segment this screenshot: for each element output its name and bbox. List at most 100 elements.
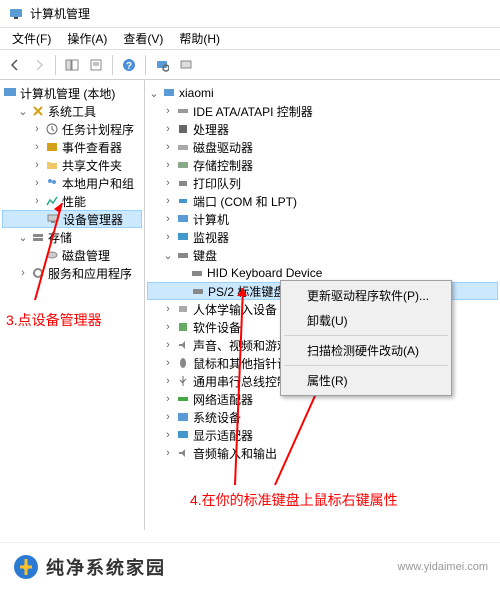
label: 网络适配器 bbox=[193, 391, 253, 408]
menu-action[interactable]: 操作(A) bbox=[59, 28, 115, 49]
back-button[interactable] bbox=[4, 54, 26, 76]
expander-closed[interactable]: › bbox=[161, 231, 175, 243]
node-audio-io[interactable]: › 音频输入和输出 bbox=[147, 444, 498, 462]
mouse-icon bbox=[175, 355, 191, 371]
node-device-manager[interactable]: 设备管理器 bbox=[2, 210, 142, 228]
expander-closed[interactable]: › bbox=[161, 321, 175, 333]
expander-closed[interactable]: › bbox=[161, 213, 175, 225]
expander-closed[interactable]: › bbox=[30, 123, 44, 135]
expander-closed[interactable]: › bbox=[161, 411, 175, 423]
node-system-tools[interactable]: ⌄ 系统工具 bbox=[2, 102, 142, 120]
label: 系统工具 bbox=[48, 103, 96, 120]
expander-open[interactable]: ⌄ bbox=[161, 249, 175, 262]
device-tree[interactable]: ⌄ xiaomi › IDE ATA/ATAPI 控制器 › 处理器 › 磁盘驱动器 ›… bbox=[147, 84, 498, 462]
node-performance[interactable]: › 性能 bbox=[2, 192, 142, 210]
event-icon bbox=[44, 139, 60, 155]
brand-text: 纯净系统家园 bbox=[46, 554, 166, 580]
printer-icon bbox=[175, 175, 191, 191]
ctx-scan-hardware[interactable]: 扫描检测硬件改动(A) bbox=[283, 338, 449, 363]
node-system-dev[interactable]: ›系统设备 bbox=[147, 408, 498, 426]
keyboard-icon bbox=[189, 265, 205, 281]
node-disk-drive[interactable]: › 磁盘驱动器 bbox=[147, 138, 498, 156]
expander-closed[interactable]: › bbox=[161, 357, 175, 369]
expander-open[interactable]: ⌄ bbox=[147, 87, 161, 100]
expander-closed[interactable]: › bbox=[161, 141, 175, 153]
label: 本地用户和组 bbox=[62, 175, 134, 192]
node-event-viewer[interactable]: › 事件查看器 bbox=[2, 138, 142, 156]
node-keyboard[interactable]: ⌄键盘 bbox=[147, 246, 498, 264]
expander-closed[interactable]: › bbox=[30, 195, 44, 207]
separator bbox=[112, 55, 113, 75]
label: 端口 (COM 和 LPT) bbox=[193, 193, 297, 210]
brand-logo-icon bbox=[12, 553, 40, 581]
menu-view[interactable]: 查看(V) bbox=[115, 28, 171, 49]
label: 设备管理器 bbox=[63, 211, 123, 228]
help-button[interactable]: ? bbox=[118, 54, 140, 76]
left-tree[interactable]: 计算机管理 (本地) ⌄ 系统工具 › 任务计划程序 › 事件查看器 › 共享文… bbox=[2, 84, 142, 282]
expander-closed[interactable]: › bbox=[161, 159, 175, 171]
show-hide-button[interactable] bbox=[61, 54, 83, 76]
node-storage[interactable]: ⌄ 存储 bbox=[2, 228, 142, 246]
expander-closed[interactable]: › bbox=[161, 303, 175, 315]
expander-closed[interactable]: › bbox=[161, 429, 175, 441]
ctx-properties[interactable]: 属性(R) bbox=[283, 368, 449, 393]
expander-closed[interactable]: › bbox=[16, 267, 30, 279]
node-display[interactable]: ›显示适配器 bbox=[147, 426, 498, 444]
label: IDE ATA/ATAPI 控制器 bbox=[193, 103, 313, 120]
expander-closed[interactable]: › bbox=[161, 105, 175, 117]
node-task-scheduler[interactable]: › 任务计划程序 bbox=[2, 120, 142, 138]
right-pane: ⌄ xiaomi › IDE ATA/ATAPI 控制器 › 处理器 › 磁盘驱动器 ›… bbox=[145, 80, 500, 530]
services-icon bbox=[30, 265, 46, 281]
properties-button[interactable] bbox=[85, 54, 107, 76]
expander-closed[interactable]: › bbox=[30, 141, 44, 153]
expander-closed[interactable]: › bbox=[161, 177, 175, 189]
node-ide[interactable]: › IDE ATA/ATAPI 控制器 bbox=[147, 102, 498, 120]
label: xiaomi bbox=[179, 86, 214, 100]
menu-help[interactable]: 帮助(H) bbox=[171, 28, 228, 49]
refresh-button[interactable] bbox=[175, 54, 197, 76]
node-services-apps[interactable]: › 服务和应用程序 bbox=[2, 264, 142, 282]
node-pc-root[interactable]: ⌄ xiaomi bbox=[147, 84, 498, 102]
label: 存储 bbox=[48, 229, 72, 246]
node-local-users[interactable]: › 本地用户和组 bbox=[2, 174, 142, 192]
node-disk-mgmt[interactable]: 磁盘管理 bbox=[2, 246, 142, 264]
node-shared-folders[interactable]: › 共享文件夹 bbox=[2, 156, 142, 174]
expander-open[interactable]: ⌄ bbox=[16, 105, 30, 118]
ctx-uninstall[interactable]: 卸载(U) bbox=[283, 308, 449, 333]
expander-closed[interactable]: › bbox=[161, 339, 175, 351]
scan-button[interactable] bbox=[151, 54, 173, 76]
expander-closed[interactable]: › bbox=[161, 123, 175, 135]
computer-icon bbox=[175, 211, 191, 227]
label: 磁盘驱动器 bbox=[193, 139, 253, 156]
expander-closed[interactable]: › bbox=[161, 375, 175, 387]
usb-icon bbox=[175, 373, 191, 389]
node-print[interactable]: ›打印队列 bbox=[147, 174, 498, 192]
forward-button[interactable] bbox=[28, 54, 50, 76]
app-icon bbox=[8, 6, 24, 22]
brand-url: www.yidaimei.com bbox=[398, 561, 488, 573]
separator bbox=[284, 365, 448, 366]
label: 音频输入和输出 bbox=[193, 445, 277, 462]
label: 服务和应用程序 bbox=[48, 265, 132, 282]
main-panes: 计算机管理 (本地) ⌄ 系统工具 › 任务计划程序 › 事件查看器 › 共享文… bbox=[0, 80, 500, 530]
node-computer-mgmt[interactable]: 计算机管理 (本地) bbox=[2, 84, 142, 102]
node-storage-ctrl[interactable]: ›存储控制器 bbox=[147, 156, 498, 174]
expander-closed[interactable]: › bbox=[161, 393, 175, 405]
computer-icon bbox=[2, 85, 18, 101]
expander-closed[interactable]: › bbox=[30, 177, 44, 189]
expander-open[interactable]: ⌄ bbox=[16, 231, 30, 244]
ctx-update-driver[interactable]: 更新驱动程序软件(P)... bbox=[283, 283, 449, 308]
footer: 纯净系统家园 www.yidaimei.com bbox=[0, 542, 500, 590]
menu-file[interactable]: 文件(F) bbox=[4, 28, 59, 49]
label: 人体学输入设备 bbox=[193, 301, 277, 318]
expander-closed[interactable]: › bbox=[161, 195, 175, 207]
node-ports[interactable]: › 端口 (COM 和 LPT) bbox=[147, 192, 498, 210]
expander-closed[interactable]: › bbox=[30, 159, 44, 171]
node-computer[interactable]: ›计算机 bbox=[147, 210, 498, 228]
drive-icon bbox=[175, 139, 191, 155]
node-cpu[interactable]: › 处理器 bbox=[147, 120, 498, 138]
label: 处理器 bbox=[193, 121, 229, 138]
device-icon bbox=[45, 211, 61, 227]
node-monitor[interactable]: ›监视器 bbox=[147, 228, 498, 246]
expander-closed[interactable]: › bbox=[161, 447, 175, 459]
